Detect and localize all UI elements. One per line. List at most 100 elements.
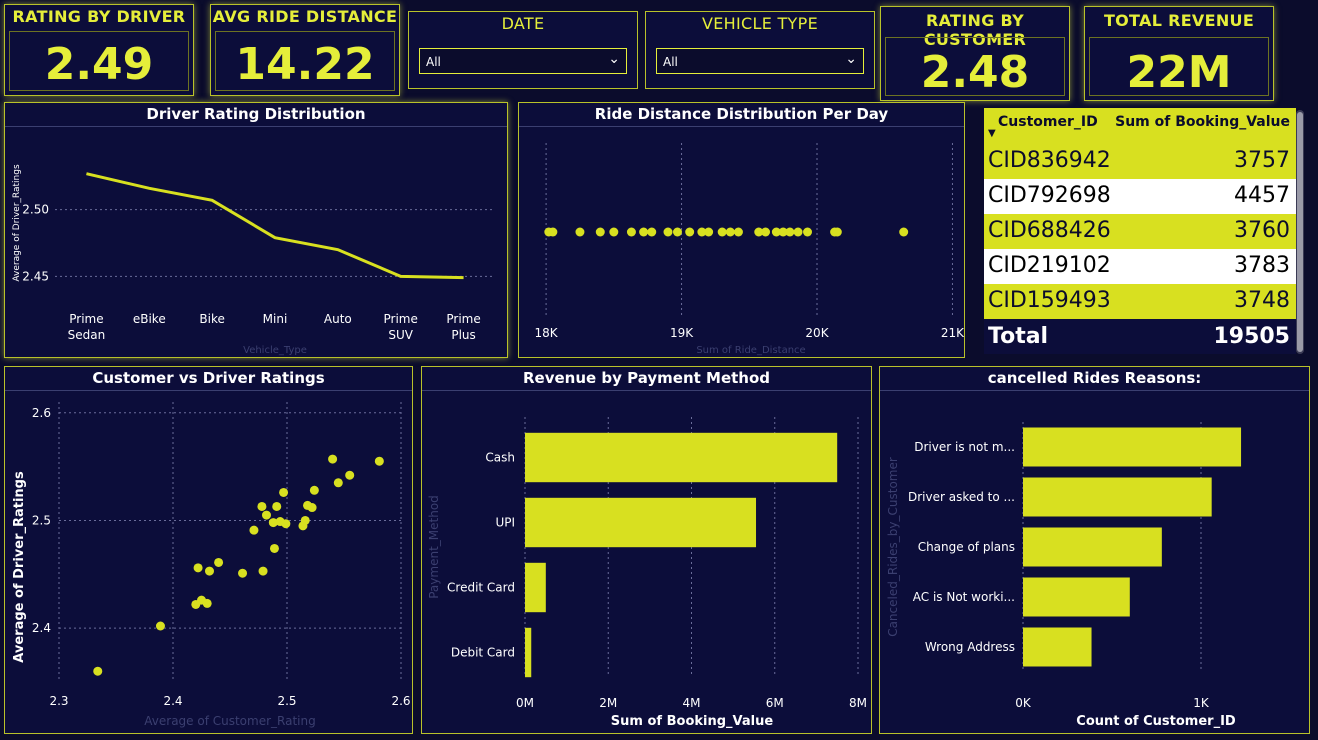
- data-point: [672, 227, 682, 237]
- x-tick-label: 2.3: [49, 694, 68, 708]
- x-tick-label: Prime: [69, 312, 103, 326]
- kpi-title: TOTAL REVENUE: [1103, 11, 1255, 30]
- data-point: [345, 470, 355, 480]
- kpi-title: RATING BY DRIVER: [12, 7, 186, 26]
- data-point: [214, 557, 224, 567]
- data-point: [300, 515, 310, 525]
- vehicle-type-dropdown-value: All: [663, 55, 678, 69]
- cancelled-reasons-panel: cancelled Rides Reasons: 0K 1K Driver is n…: [879, 366, 1310, 734]
- data-point: [204, 566, 214, 576]
- date-dropdown[interactable]: All ⌄: [419, 48, 627, 74]
- x-tick-label: 2M: [599, 696, 617, 710]
- x-tick-label: Auto: [324, 312, 352, 326]
- cell-booking-value: 3783: [1234, 253, 1290, 278]
- data-point: [609, 227, 619, 237]
- data-point: [733, 227, 743, 237]
- y-tick-label: 2.6: [32, 406, 51, 420]
- y-tick-label: 2.50: [22, 203, 49, 217]
- y-tick-label: Wrong Address: [925, 640, 1015, 654]
- x-tick-label: 2.5: [277, 694, 296, 708]
- data-point: [575, 227, 585, 237]
- table-scrollbar[interactable]: [1296, 110, 1304, 354]
- x-axis-label: Vehicle_Type: [243, 345, 307, 356]
- data-point: [374, 456, 384, 466]
- kpi-rating-by-customer: RATING BY CUSTOMER 2.48: [880, 6, 1070, 101]
- x-tick-label: 1K: [1193, 696, 1210, 710]
- column-header-booking-value[interactable]: Sum of Booking_Value: [1115, 114, 1290, 130]
- x-axis-label: Average of Customer_Rating: [144, 714, 315, 728]
- data-point: [685, 227, 695, 237]
- cell-booking-value: 3760: [1234, 218, 1290, 243]
- x-tick-label: Prime: [446, 312, 480, 326]
- ride-distance-chart: 18K 19K 20K 21K Sum of Ride_Distance: [535, 143, 965, 356]
- x-tick-label: SUV: [388, 328, 413, 342]
- y-axis-label: Canceled_Rides_by_Customer: [886, 457, 900, 637]
- data-point: [93, 666, 103, 676]
- data-point: [832, 227, 842, 237]
- data-point: [328, 454, 338, 464]
- revenue-payment-chart: 0M 2M 4M 6M 8M Cash UPI Credit Card Debit Card Su…: [427, 417, 867, 729]
- slicer-title: VEHICLE TYPE: [702, 14, 818, 33]
- data-point: [272, 501, 282, 511]
- data-point: [626, 227, 636, 237]
- slicer-vehicle-type: VEHICLE TYPE All ⌄: [645, 11, 875, 89]
- bar: [525, 432, 838, 483]
- bar: [525, 627, 532, 678]
- cell-customer-id: CID159493: [988, 288, 1111, 313]
- kpi-rating-by-driver: RATING BY DRIVER 2.49: [4, 4, 194, 96]
- kpi-value: 14.22: [235, 39, 375, 90]
- data-point: [333, 478, 343, 488]
- scrollbar-thumb[interactable]: [1297, 112, 1303, 352]
- cell-booking-value: 3748: [1234, 288, 1290, 313]
- data-point: [202, 598, 212, 608]
- customer-vs-driver-chart: 2.3 2.4 2.5 2.6 2.4 2.5 2.6 Average of Customer…: [12, 402, 411, 728]
- sort-desc-icon[interactable]: ▼: [988, 128, 996, 139]
- x-tick-label: Plus: [451, 328, 475, 342]
- data-point: [595, 227, 605, 237]
- y-tick-label: Driver is not m...: [914, 440, 1015, 454]
- cell-customer-id: CID792698: [988, 183, 1111, 208]
- y-tick-label: 2.5: [32, 513, 51, 527]
- driver-rating-chart: 2.45 2.50 Prime Sedan eBike Bike Mini Auto Prime…: [12, 164, 495, 356]
- data-point: [761, 227, 771, 237]
- table-row[interactable]: CID688426 3760: [984, 214, 1296, 249]
- column-header-customer-id[interactable]: Customer_ID: [998, 114, 1098, 130]
- y-tick-label: 2.45: [22, 269, 49, 283]
- x-tick-label: 18K: [535, 326, 559, 340]
- y-tick-label: Debit Card: [451, 646, 515, 660]
- x-tick-label: eBike: [133, 312, 166, 326]
- x-tick-label: Prime: [384, 312, 418, 326]
- data-point: [725, 227, 735, 237]
- table-row[interactable]: CID219102 3783: [984, 249, 1296, 284]
- cell-customer-id: CID219102: [988, 253, 1111, 278]
- total-label: Total: [988, 324, 1049, 349]
- y-tick-label: AC is Not worki...: [913, 590, 1015, 604]
- table-row[interactable]: CID792698 4457: [984, 179, 1296, 214]
- data-point: [238, 568, 248, 578]
- bar: [1023, 527, 1162, 567]
- data-point: [307, 503, 317, 513]
- data-point: [281, 519, 291, 529]
- y-tick-label: Credit Card: [447, 581, 515, 595]
- table-row[interactable]: CID159493 3748: [984, 284, 1296, 319]
- data-point: [249, 525, 259, 535]
- table-row[interactable]: CID836942 3757: [984, 144, 1296, 179]
- y-tick-label: Change of plans: [918, 540, 1015, 554]
- cell-booking-value: 4457: [1234, 183, 1290, 208]
- data-point: [639, 227, 649, 237]
- x-axis-label: Count of Customer_ID: [1076, 714, 1236, 729]
- y-axis-label: Average of Driver_Ratings: [12, 164, 22, 282]
- cell-customer-id: CID836942: [988, 148, 1111, 173]
- data-point: [717, 227, 727, 237]
- data-point: [647, 227, 657, 237]
- data-point: [793, 227, 803, 237]
- kpi-total-revenue: TOTAL REVENUE 22M: [1084, 6, 1274, 101]
- ride-distance-panel: Ride Distance Distribution Per Day 18K 19…: [518, 102, 965, 358]
- x-tick-label: 2.4: [163, 694, 182, 708]
- data-point: [155, 621, 165, 631]
- customer-booking-table: ▼ Customer_ID Sum of Booking_Value CID83…: [984, 108, 1296, 354]
- kpi-value: 2.49: [44, 39, 154, 90]
- x-axis-label: Sum of Booking_Value: [611, 714, 774, 729]
- vehicle-type-dropdown[interactable]: All ⌄: [656, 48, 864, 74]
- slicer-title: DATE: [501, 14, 545, 33]
